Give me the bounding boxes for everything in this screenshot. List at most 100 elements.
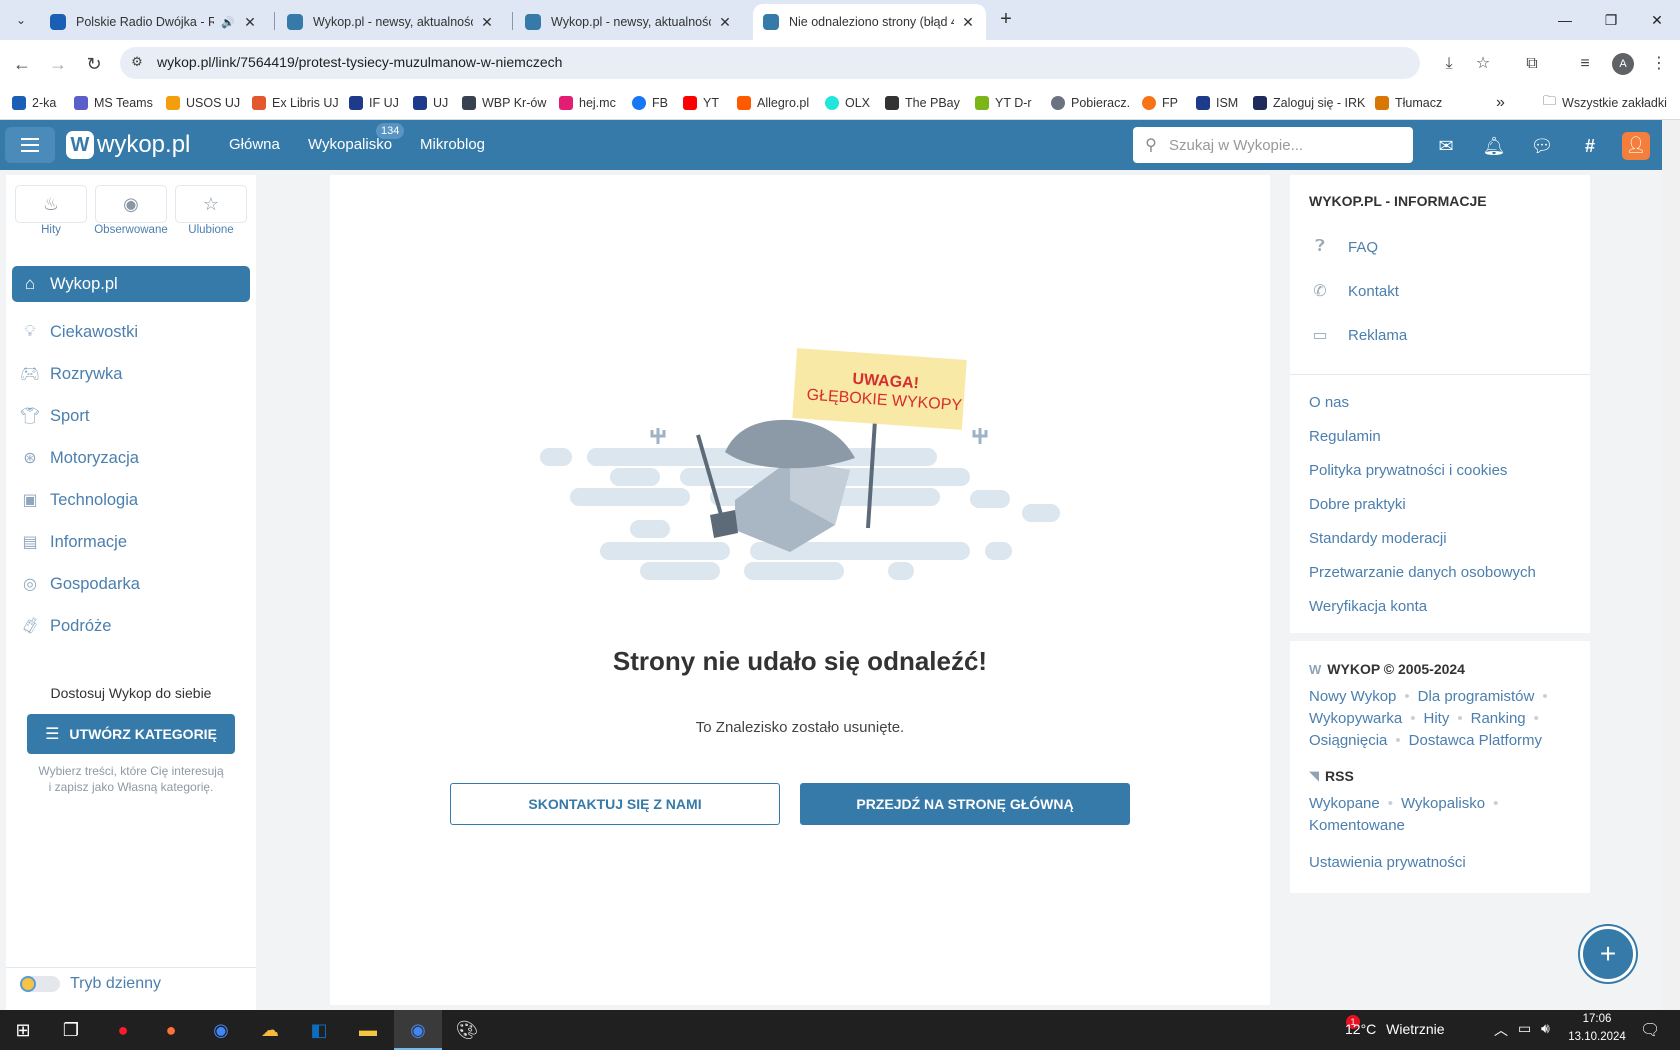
- nav-wykopalisko[interactable]: Wykopalisko: [308, 136, 392, 153]
- add-floating-button[interactable]: +: [1580, 926, 1636, 982]
- link-dla-programistow[interactable]: Dla programistów: [1418, 688, 1535, 705]
- profile-avatar[interactable]: A: [1612, 53, 1634, 75]
- bookmark-pbay[interactable]: The PBay: [885, 92, 960, 114]
- wykop-logo[interactable]: W wykop.pl: [66, 130, 190, 160]
- bookmark-irk[interactable]: Zaloguj się - IRK: [1253, 92, 1365, 114]
- back-icon[interactable]: ←: [8, 50, 36, 78]
- sidebar-item-sport[interactable]: 👕︎ Sport: [18, 402, 90, 430]
- new-tab-button[interactable]: +: [994, 8, 1018, 32]
- contact-us-button[interactable]: SKONTAKTUJ SIĘ Z NAMI: [450, 783, 780, 825]
- rss-link-wykopane[interactable]: Wykopane: [1309, 795, 1380, 812]
- privacy-settings-link[interactable]: Ustawienia prywatności: [1309, 854, 1466, 871]
- network-icon[interactable]: ▭: [1518, 1020, 1531, 1037]
- bookmark-usos[interactable]: USOS UJ: [166, 92, 240, 114]
- forward-icon[interactable]: →: [44, 50, 72, 78]
- bookmark-tlumacz[interactable]: Tłumacz: [1375, 92, 1442, 114]
- search-box[interactable]: ⚲: [1133, 127, 1413, 163]
- more-bookmarks-chevron-icon[interactable]: »: [1496, 92, 1505, 114]
- bookmark-olx[interactable]: OLX: [825, 92, 870, 114]
- quick-ulubione-button[interactable]: ☆: [175, 185, 247, 223]
- link-ranking[interactable]: Ranking: [1471, 710, 1526, 727]
- speaker-icon[interactable]: 🔊: [220, 16, 236, 29]
- paint-icon[interactable]: 🎨︎: [452, 1015, 482, 1045]
- quick-hity-button[interactable]: ♨: [15, 185, 87, 223]
- bookmark-ms-teams[interactable]: MS Teams: [74, 92, 153, 114]
- weather-widget[interactable]: 12°C Wietrznie: [1345, 1021, 1445, 1037]
- opera-icon[interactable]: ●: [108, 1015, 138, 1045]
- tab-close-icon[interactable]: ✕: [479, 14, 495, 31]
- link-weryfikacja[interactable]: Weryfikacja konta: [1309, 598, 1427, 615]
- task-view-icon[interactable]: ❐: [56, 1015, 86, 1045]
- tab-close-icon[interactable]: ✕: [717, 14, 733, 31]
- link-nowy-wykop[interactable]: Nowy Wykop: [1309, 688, 1396, 705]
- tab-close-icon[interactable]: ✕: [242, 14, 258, 31]
- bookmark-fb[interactable]: FB: [632, 92, 668, 114]
- search-input[interactable]: [1169, 136, 1413, 154]
- tab-1[interactable]: Polskie Radio Dwójka - Rad 🔊 ✕: [40, 4, 268, 40]
- rss-link-wykopalisko[interactable]: Wykopalisko: [1401, 795, 1485, 812]
- bookmark-wbp[interactable]: WBP Kr-ów: [462, 92, 546, 114]
- bookmark-allegro[interactable]: Allegro.pl: [737, 92, 809, 114]
- notification-center-icon[interactable]: 🗨︎: [1640, 1020, 1660, 1040]
- link-dostawca[interactable]: Dostawca Platformy: [1409, 732, 1542, 749]
- create-category-button[interactable]: ☰ UTWÓRZ KATEGORIĘ: [27, 714, 235, 754]
- hashtag-icon[interactable]: #: [1577, 133, 1603, 159]
- bookmark-ex-libris[interactable]: Ex Libris UJ: [252, 92, 339, 114]
- sidebar-item-informacje[interactable]: ▤ Informacje: [18, 528, 127, 556]
- bookmark-2ka[interactable]: 2-ka: [12, 92, 56, 114]
- reload-icon[interactable]: ↻: [80, 50, 108, 78]
- tab-4-active[interactable]: Nie odnaleziono strony (błąd 40 ✕: [753, 4, 986, 40]
- windows-start-icon[interactable]: ⊞: [8, 1015, 38, 1045]
- outlook-icon[interactable]: ◧: [304, 1015, 334, 1045]
- minimize-button[interactable]: —: [1552, 8, 1578, 32]
- media-control-icon[interactable]: ≡: [1572, 51, 1598, 77]
- chrome-active-icon[interactable]: ◉: [403, 1015, 433, 1045]
- sun-icon[interactable]: [20, 976, 36, 992]
- user-avatar[interactable]: 👤︎: [1622, 132, 1650, 160]
- tab-close-icon[interactable]: ✕: [960, 14, 976, 31]
- sidebar-item-wykop-home[interactable]: ⌂ Wykop.pl: [12, 266, 250, 302]
- link-osiagniecia[interactable]: Osiągnięcia: [1309, 732, 1387, 749]
- sidebar-item-technologia[interactable]: ▣ Technologia: [18, 486, 138, 514]
- firefox-icon[interactable]: ●: [156, 1015, 186, 1045]
- link-polityka[interactable]: Polityka prywatności i cookies: [1309, 462, 1507, 479]
- all-bookmarks[interactable]: 🗀 Wszystkie zakładki: [1543, 92, 1667, 114]
- notification-bell-icon[interactable]: 🔔︎: [1481, 133, 1507, 159]
- sidebar-item-motoryzacja[interactable]: ⊛ Motoryzacja: [18, 444, 139, 472]
- tab-2[interactable]: Wykop.pl - newsy, aktualności, ✕: [277, 4, 505, 40]
- tab-3[interactable]: Wykop.pl - newsy, aktualności, ✕: [515, 4, 743, 40]
- bookmark-pobieracz[interactable]: Pobieracz.: [1051, 92, 1130, 114]
- page-scrollbar[interactable]: [1662, 120, 1680, 1010]
- bookmark-yt[interactable]: YT: [683, 92, 719, 114]
- nav-home[interactable]: Główna: [229, 136, 280, 153]
- bookmark-fp[interactable]: FP: [1142, 92, 1178, 114]
- sidebar-item-gospodarka[interactable]: ◎ Gospodarka: [18, 570, 140, 598]
- sidebar-item-podroze[interactable]: 🧳︎ Podróże: [18, 612, 112, 640]
- go-home-button[interactable]: PRZEJDŹ NA STRONĘ GŁÓWNĄ: [800, 783, 1130, 825]
- file-explorer-icon[interactable]: ▬: [353, 1015, 383, 1045]
- bookmark-ism[interactable]: ISM: [1196, 92, 1238, 114]
- nav-mikroblog[interactable]: Mikroblog: [420, 136, 485, 153]
- bookmark-star-icon[interactable]: ☆: [1470, 51, 1496, 77]
- link-dobre-praktyki[interactable]: Dobre praktyki: [1309, 496, 1406, 513]
- link-wykopywarka[interactable]: Wykopywarka: [1309, 710, 1402, 727]
- weather-app-icon[interactable]: ☁: [255, 1015, 285, 1045]
- link-przetwarzanie[interactable]: Przetwarzanie danych osobowych: [1309, 564, 1536, 581]
- bookmark-uj[interactable]: UJ: [413, 92, 448, 114]
- sidebar-item-ciekawostki[interactable]: 💡︎ Ciekawostki: [18, 318, 138, 346]
- rss-link-komentowane[interactable]: Komentowane: [1309, 817, 1405, 834]
- more-menu-icon[interactable]: ⋮: [1646, 51, 1672, 77]
- close-window-button[interactable]: ✕: [1644, 8, 1670, 32]
- info-faq[interactable]: ❓︎ FAQ: [1309, 235, 1378, 259]
- link-hity[interactable]: Hity: [1424, 710, 1450, 727]
- info-reklama[interactable]: ▭ Reklama: [1309, 323, 1407, 347]
- quick-obserwowane-button[interactable]: ◉: [95, 185, 167, 223]
- bookmark-if-uj[interactable]: IF UJ: [349, 92, 399, 114]
- site-info-icon[interactable]: ⚙: [128, 54, 146, 72]
- tab-search-button[interactable]: ⌄: [8, 7, 34, 33]
- link-standardy[interactable]: Standardy moderacji: [1309, 530, 1447, 547]
- link-o-nas[interactable]: O nas: [1309, 394, 1349, 411]
- link-regulamin[interactable]: Regulamin: [1309, 428, 1381, 445]
- volume-icon[interactable]: 🔊︎: [1541, 1020, 1550, 1037]
- menu-hamburger-icon[interactable]: [5, 127, 55, 163]
